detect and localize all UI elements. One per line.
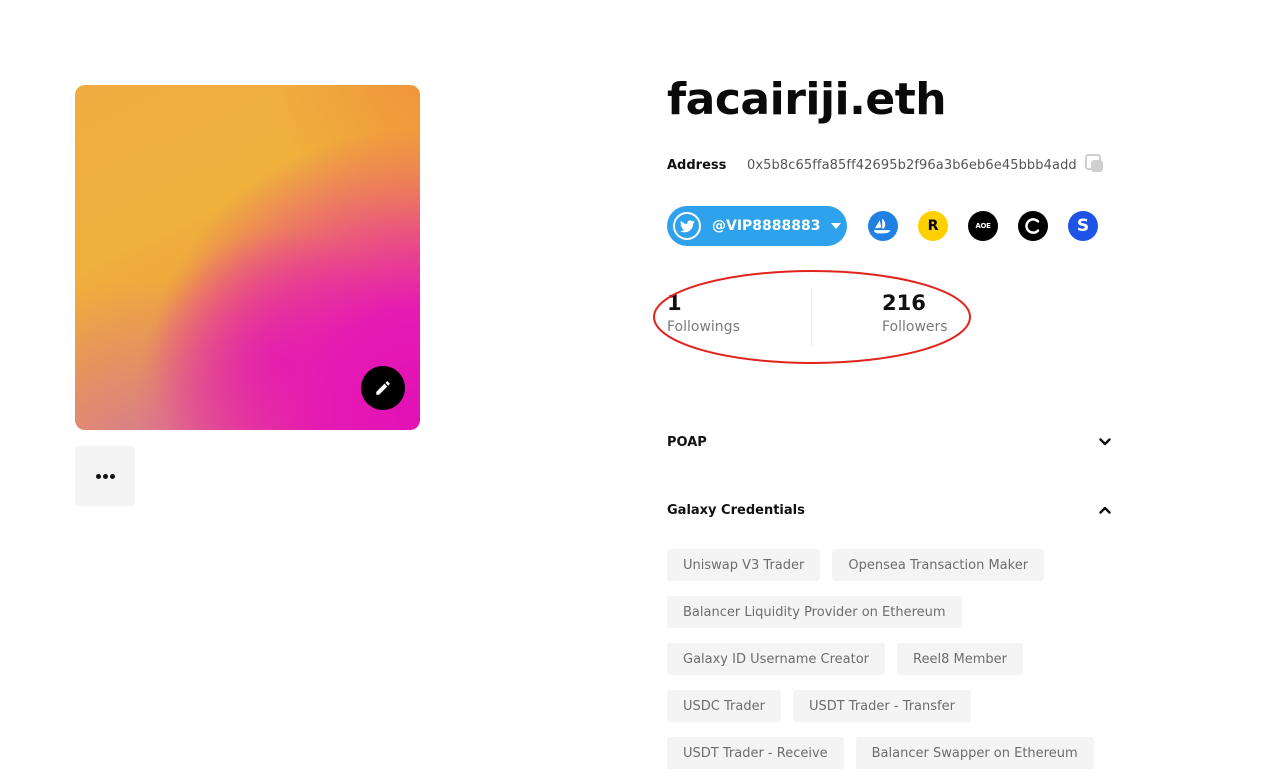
followers-count: 216 bbox=[882, 291, 926, 315]
twitter-icon bbox=[673, 212, 701, 240]
chevron-down-icon bbox=[1099, 438, 1111, 446]
profile-page: facairiji.eth Address 0x5b8c65ffa85ff426… bbox=[0, 0, 1283, 776]
tag-row: Uniswap V3 Trader Opensea Transaction Ma… bbox=[667, 549, 1107, 581]
stats-divider bbox=[811, 288, 812, 346]
ens-name-title: facairiji.eth bbox=[667, 74, 947, 125]
more-dots-icon bbox=[95, 473, 115, 479]
followers-label: Followers bbox=[882, 319, 948, 335]
credential-tag[interactable]: Balancer Liquidity Provider on Ethereum bbox=[667, 596, 962, 628]
credential-tags: Uniswap V3 Trader Opensea Transaction Ma… bbox=[667, 549, 1107, 776]
opensea-icon[interactable] bbox=[868, 211, 898, 241]
chevron-down-icon bbox=[830, 223, 841, 229]
tag-row: Balancer Liquidity Provider on Ethereum bbox=[667, 596, 1107, 628]
twitter-handle: @VIP8888883 bbox=[712, 218, 821, 234]
pencil-icon bbox=[376, 381, 390, 395]
copy-icon[interactable] bbox=[1084, 154, 1107, 176]
more-options-button[interactable] bbox=[75, 446, 135, 506]
galaxy-credentials-toggle[interactable]: Galaxy Credentials bbox=[667, 500, 1111, 520]
followings-label: Followings bbox=[667, 319, 740, 335]
social-links: @VIP8888883 R AOE S bbox=[667, 206, 1098, 246]
galaxy-credentials-title: Galaxy Credentials bbox=[667, 502, 805, 518]
credential-tag[interactable]: Opensea Transaction Maker bbox=[832, 549, 1045, 581]
address-label: Address bbox=[667, 157, 727, 173]
credential-tag[interactable]: Uniswap V3 Trader bbox=[667, 549, 821, 581]
profile-avatar bbox=[75, 85, 420, 430]
poap-section-toggle[interactable]: POAP bbox=[667, 432, 1111, 452]
followings-count: 1 bbox=[667, 291, 682, 315]
edit-avatar-button[interactable] bbox=[361, 366, 405, 410]
tag-row: Galaxy ID Username Creator Reel8 Member bbox=[667, 643, 1107, 675]
tag-row: USDC Trader USDT Trader - Transfer bbox=[667, 690, 1107, 722]
chevron-up-icon bbox=[1099, 506, 1111, 514]
stack-icon[interactable]: S bbox=[1068, 211, 1098, 241]
poap-title: POAP bbox=[667, 434, 707, 450]
tag-row: USDT Trader - Receive Balancer Swapper o… bbox=[667, 737, 1107, 769]
followings-stat[interactable]: 1 Followings bbox=[667, 288, 740, 335]
cyberconnect-icon[interactable] bbox=[1018, 211, 1048, 241]
address-row: Address 0x5b8c65ffa85ff42695b2f96a3b6eb6… bbox=[667, 154, 1107, 176]
credential-tag[interactable]: Reel8 Member bbox=[897, 643, 1023, 675]
aoe-icon[interactable]: AOE bbox=[968, 211, 998, 241]
twitter-button[interactable]: @VIP8888883 bbox=[667, 206, 847, 246]
followers-stat[interactable]: 216 Followers bbox=[882, 288, 948, 335]
credential-tag[interactable]: Balancer Swapper on Ethereum bbox=[855, 737, 1094, 769]
credential-tag[interactable]: USDT Trader - Transfer bbox=[792, 690, 971, 722]
credential-tag[interactable]: USDC Trader bbox=[667, 690, 781, 722]
credential-tag[interactable]: Galaxy ID Username Creator bbox=[667, 643, 886, 675]
rarible-icon[interactable]: R bbox=[918, 211, 948, 241]
follow-stats: 1 Followings 216 Followers bbox=[667, 288, 967, 346]
credential-tag[interactable]: USDT Trader - Receive bbox=[667, 737, 844, 769]
wallet-address: 0x5b8c65ffa85ff42695b2f96a3b6eb6e45bbb4a… bbox=[747, 157, 1077, 173]
